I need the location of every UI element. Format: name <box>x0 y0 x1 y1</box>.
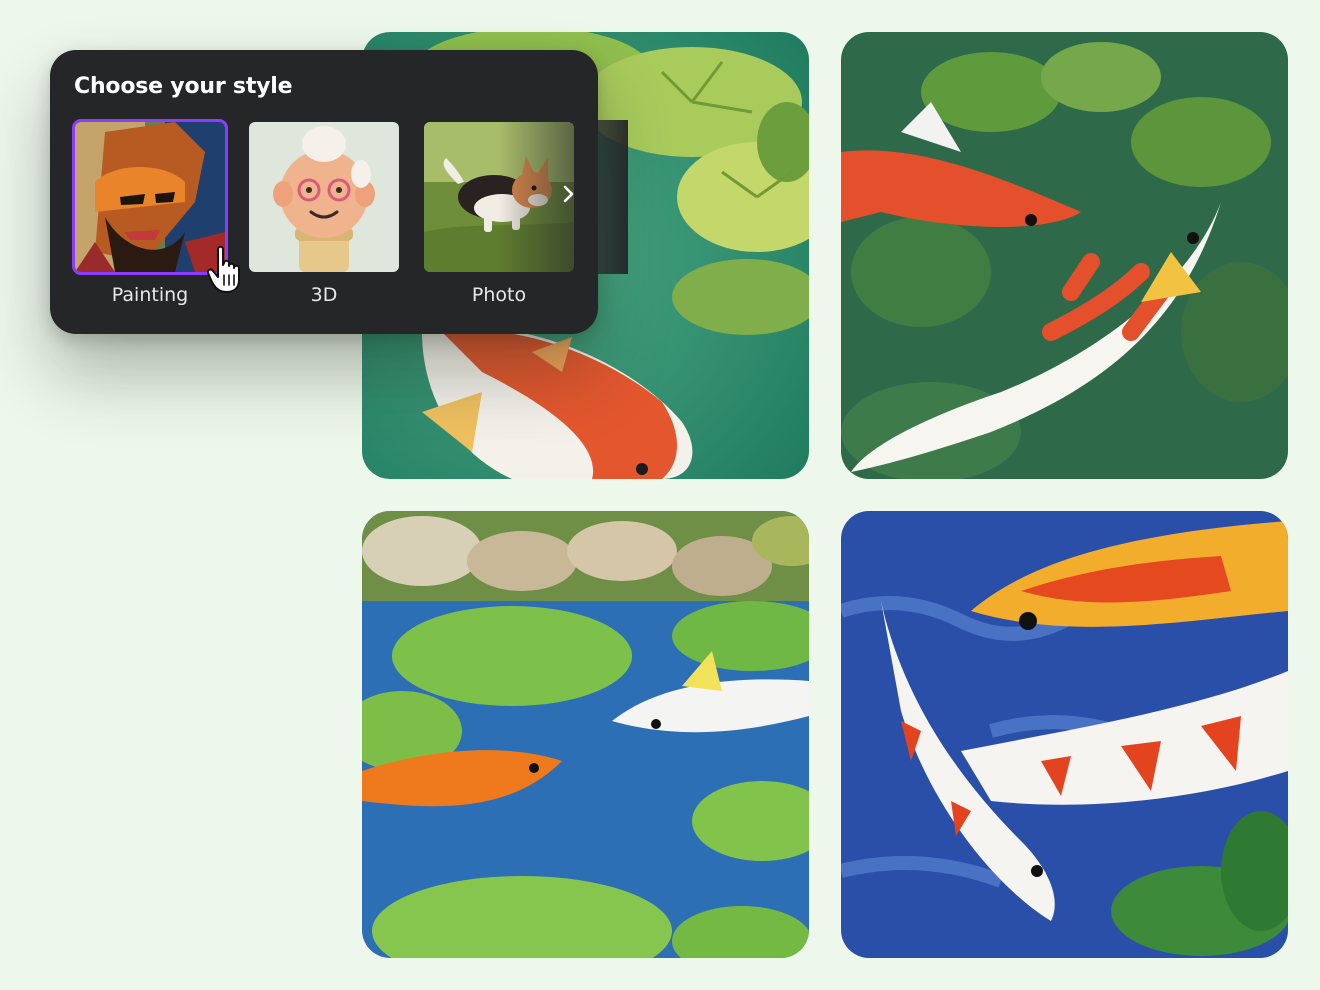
koi-blue-water-image <box>841 511 1288 958</box>
style-option-painting[interactable]: Painting <box>72 119 229 330</box>
result-image-2[interactable] <box>841 32 1288 479</box>
carousel-next-button[interactable] <box>556 178 582 210</box>
style-picker-title: Choose your style <box>74 74 293 99</box>
style-label-3d: 3D <box>310 284 338 306</box>
style-option-3d[interactable]: 3D <box>247 120 403 330</box>
style-picker-panel: Choose your style Painting 3D Photo <box>50 50 628 334</box>
3d-character-thumbnail <box>249 122 399 272</box>
chevron-right-icon <box>563 185 574 203</box>
result-image-3[interactable] <box>362 511 809 958</box>
painting-thumbnail <box>72 119 228 275</box>
style-label-painting: Painting <box>111 284 189 306</box>
style-option-photo[interactable]: Photo <box>422 120 578 330</box>
koi-watercolor-image <box>841 32 1288 479</box>
style-label-photo: Photo <box>471 284 527 306</box>
hand-pointer-icon <box>206 245 240 293</box>
corgi-photo-thumbnail <box>424 122 574 272</box>
koi-pond-image <box>362 511 809 958</box>
result-image-4[interactable] <box>841 511 1288 958</box>
